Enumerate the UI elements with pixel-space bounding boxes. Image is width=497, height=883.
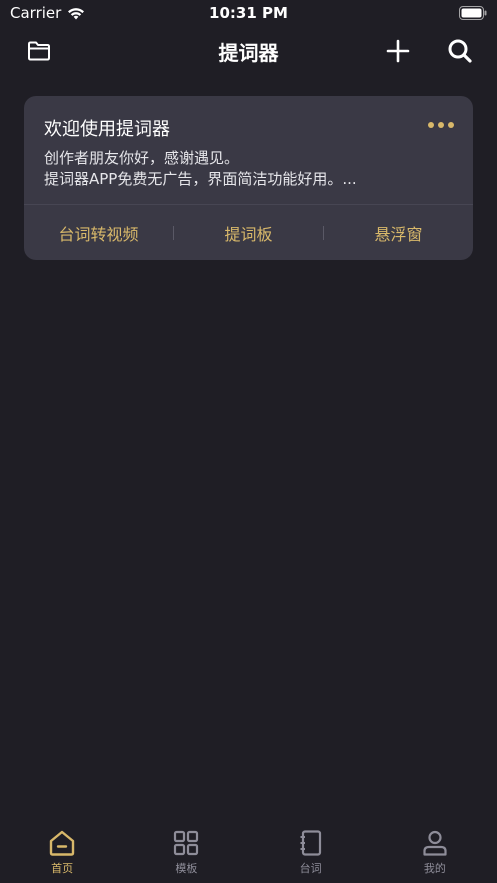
person-icon [423, 830, 447, 856]
battery-icon [459, 5, 487, 24]
more-options-icon[interactable] [425, 116, 457, 134]
card-description: 创作者朋友你好，感谢遇见。 提词器APP免费无广告，界面简洁功能好用。... [44, 148, 444, 190]
tab-scripts[interactable]: 台词 [249, 823, 373, 883]
tab-bar: 首页 模板 台词 我的 [0, 823, 497, 883]
tab-home[interactable]: 首页 [0, 823, 124, 883]
search-button[interactable] [443, 34, 477, 68]
dot [438, 122, 444, 128]
status-time: 10:31 PM [209, 4, 288, 22]
floating-window-button[interactable]: 悬浮窗 [324, 221, 473, 245]
add-button[interactable] [381, 34, 415, 68]
plus-icon [386, 39, 410, 63]
tab-label: 模板 [175, 862, 198, 875]
dot [448, 122, 454, 128]
card-description-line: 提词器APP免费无广告，界面简洁功能好用。... [44, 170, 357, 188]
tab-profile[interactable]: 我的 [373, 823, 497, 883]
tab-label: 台词 [299, 862, 322, 875]
card-actions: 台词转视频 提词板 悬浮窗 [24, 205, 473, 260]
dot [428, 122, 434, 128]
page-title: 提词器 [218, 41, 279, 65]
card-title: 欢迎使用提词器 [44, 119, 170, 140]
prompter-board-button[interactable]: 提词板 [174, 221, 323, 245]
tab-templates[interactable]: 模板 [124, 823, 248, 883]
navigation-bar: 提词器 [0, 28, 497, 74]
notebook-icon [300, 830, 321, 856]
grid-icon [174, 830, 199, 856]
card-description-line: 创作者朋友你好，感谢遇见。 [44, 149, 240, 167]
search-icon [448, 39, 472, 63]
tab-label: 首页 [51, 862, 74, 875]
tab-label: 我的 [423, 862, 446, 875]
status-bar: Carrier 10:31 PM [0, 0, 497, 28]
home-icon [49, 830, 75, 856]
script-to-video-button[interactable]: 台词转视频 [24, 221, 173, 245]
welcome-card[interactable]: 欢迎使用提词器 创作者朋友你好，感谢遇见。 提词器APP免费无广告，界面简洁功能… [24, 96, 473, 260]
